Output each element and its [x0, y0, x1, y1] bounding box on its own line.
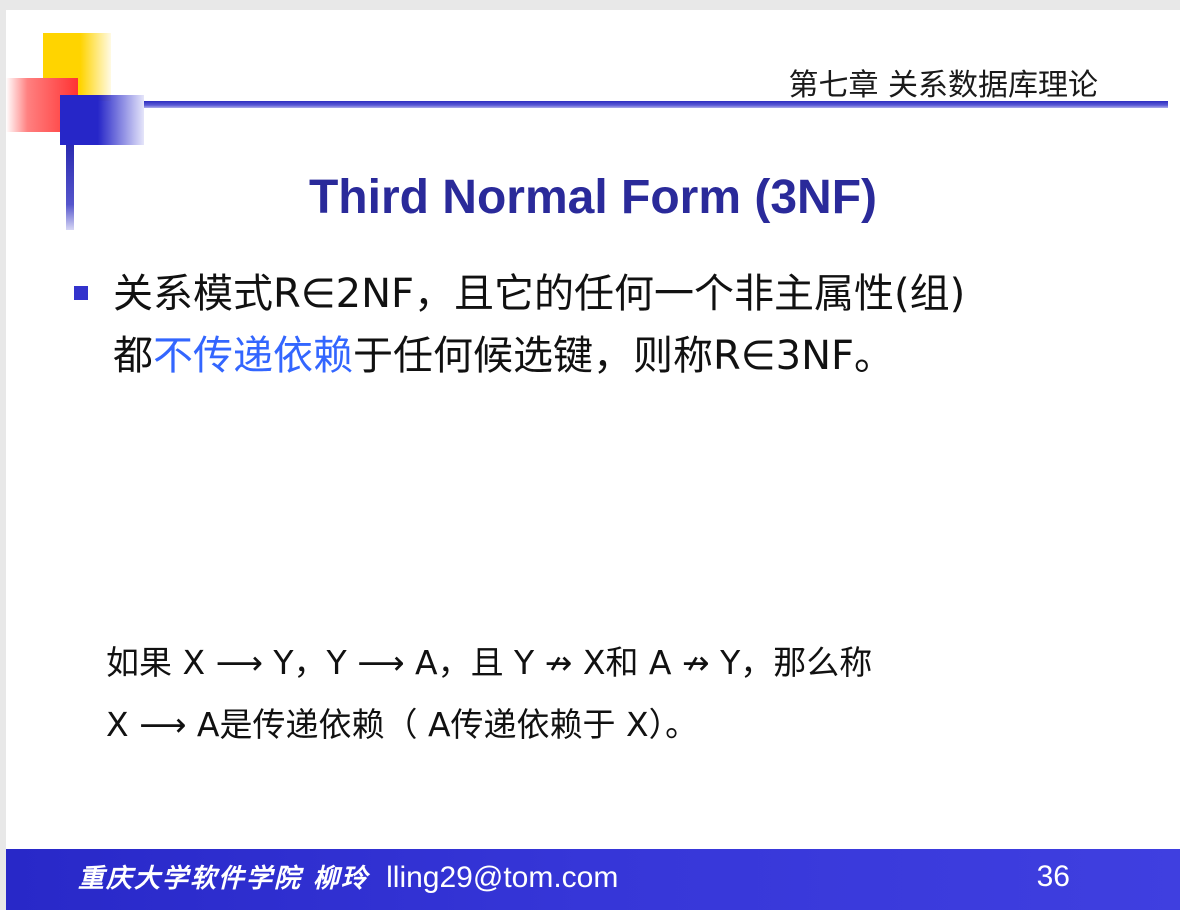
- definition-line-1: 如果 X ⟶ Y，Y ⟶ A，且 Y ↛ X和 A ↛ Y，那么称: [106, 643, 873, 682]
- definition-line-2: X ⟶ A是传递依赖（ A传递依赖于 X）。: [106, 705, 699, 744]
- bullet-text: 关系模式R∈2NF，且它的任何一个非主属性(组) 都不传递依赖于任何候选键，则称…: [113, 263, 1113, 387]
- decor-blue-square: [60, 95, 144, 145]
- slide: 第七章 关系数据库理论 Third Normal Form (3NF) 关系模式…: [6, 10, 1180, 910]
- page-number: 36: [1036, 860, 1070, 893]
- footer-email: lling29@tom.com: [386, 861, 619, 894]
- bullet-square-icon: [74, 286, 88, 300]
- footer-credit: 重庆大学软件学院 柳玲 lling29@tom.com: [78, 858, 618, 895]
- bullet-line-2: 都不传递依赖于任何候选键，则称R∈3NF。: [113, 325, 1113, 387]
- bullet-line-2-suffix: 于任何候选键，则称R∈3NF。: [353, 333, 895, 379]
- footer-bar: 重庆大学软件学院 柳玲 lling29@tom.com 36: [6, 849, 1180, 910]
- bullet-line-1: 关系模式R∈2NF，且它的任何一个非主属性(组): [113, 271, 966, 317]
- footer-school-author: 重庆大学软件学院 柳玲: [78, 864, 370, 894]
- chapter-title: 第七章 关系数据库理论: [788, 68, 1098, 103]
- slide-title: Third Normal Form (3NF): [308, 171, 877, 224]
- bullet-line-2-prefix: 都: [113, 333, 153, 379]
- definition-block: 如果 X ⟶ Y，Y ⟶ A，且 Y ↛ X和 A ↛ Y，那么称 X ⟶ A是…: [106, 632, 1106, 756]
- highlight-phrase: 不传递依赖: [153, 333, 353, 379]
